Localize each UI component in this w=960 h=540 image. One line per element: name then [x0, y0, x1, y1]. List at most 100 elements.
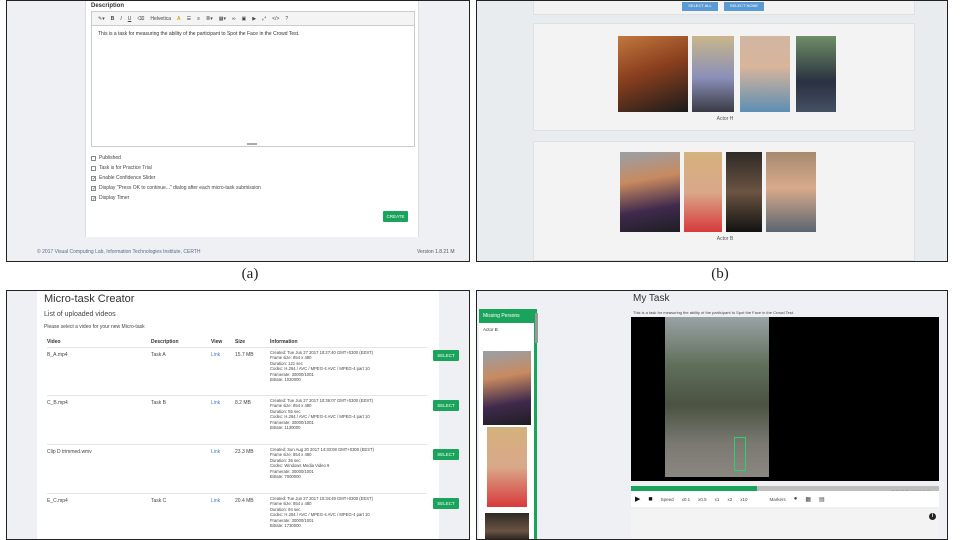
image-icon[interactable]: ▣	[242, 16, 247, 22]
brush-icon[interactable]: ✎▾	[98, 16, 105, 22]
marker-add-icon[interactable]: ●	[794, 496, 798, 502]
editor-content[interactable]: This is a task for measuring the ability…	[92, 26, 414, 42]
actor-photo[interactable]	[620, 152, 680, 232]
row-divider	[47, 347, 427, 348]
checkbox[interactable]	[91, 165, 96, 171]
description-editor[interactable]: ✎▾ B I U ⌫ Helvetica A ☰ ≡ ≣▾ ▦▾ ∞ ▣ ▶ ⤢…	[91, 11, 415, 147]
video-info: Created: Tue Jun 27 2017 10:36:07 GMT+03…	[270, 398, 430, 430]
info-icon[interactable]: i	[929, 513, 936, 520]
video-info: Created: Tue Jun 27 2017 10:34:49 GMT+03…	[270, 496, 430, 528]
actor-photo[interactable]	[483, 351, 531, 425]
link-icon[interactable]: ∞	[232, 16, 236, 22]
caption-a: (a)	[241, 266, 259, 282]
select-button[interactable]: SELECT	[433, 498, 459, 509]
video-link[interactable]: Link	[211, 400, 220, 406]
checkbox-checked[interactable]: ✓	[91, 175, 96, 181]
table-icon[interactable]: ▦▾	[219, 16, 226, 22]
create-button[interactable]: CREATE	[383, 211, 408, 222]
column-header-video: Video	[47, 339, 61, 345]
actor-photo[interactable]	[796, 36, 836, 112]
unordered-list-icon[interactable]: ☰	[187, 16, 191, 22]
checkbox[interactable]	[91, 155, 96, 161]
fullscreen-icon[interactable]: ⤢	[262, 16, 266, 22]
play-icon[interactable]: ▶	[635, 495, 640, 503]
footer: © 2017 Visual Computing Lab, Information…	[7, 245, 469, 261]
text-color-button[interactable]: A	[177, 16, 181, 22]
footer-copyright: © 2017 Visual Computing Lab, Information…	[37, 249, 201, 255]
checkbox-row[interactable]: ✓ Display "Press OK to continue..." dialo…	[91, 183, 261, 193]
video-icon[interactable]: ▶	[252, 16, 256, 22]
section-hint: Please select a video for your new Micro…	[44, 324, 145, 330]
actor-photo[interactable]	[485, 513, 529, 539]
italic-button[interactable]: I	[120, 16, 121, 22]
speed-option[interactable]: x0.5	[698, 497, 707, 502]
video-link[interactable]: Link	[211, 449, 220, 455]
description-label: Description	[91, 3, 125, 9]
missing-persons-tab[interactable]: Missing Persons	[479, 309, 537, 323]
stop-icon[interactable]: ■	[648, 496, 652, 503]
detection-box	[734, 437, 746, 471]
speed-option[interactable]: x2	[727, 497, 732, 502]
video-info: Created: Tue Jun 27 2017 10:27:40 GMT+03…	[270, 350, 430, 382]
panel-micro-task-creator: Micro-task Creator List of uploaded vide…	[6, 290, 470, 540]
video-size: 23.3 MB	[235, 449, 254, 455]
speed-option[interactable]: x1	[715, 497, 720, 502]
checkbox-checked[interactable]: ✓	[91, 185, 96, 191]
ordered-list-icon[interactable]: ≡	[197, 16, 200, 22]
checkbox-row[interactable]: Task is for Practice Trial	[91, 163, 261, 173]
video-name: C_B.mp4	[47, 400, 68, 406]
marker-list-icon[interactable]: ▦	[805, 496, 811, 503]
actor-photo[interactable]	[487, 427, 527, 507]
font-select[interactable]: Helvetica	[150, 16, 171, 22]
actor-photo[interactable]	[766, 152, 816, 232]
actor-card-b[interactable]: Actor B	[533, 141, 915, 261]
actor-photo[interactable]	[692, 36, 734, 112]
checkbox-label: Published	[99, 155, 121, 161]
select-button[interactable]: SELECT	[433, 350, 459, 361]
row-divider	[47, 395, 427, 396]
select-button[interactable]: SELECT	[433, 400, 459, 411]
caption-b: (b)	[711, 266, 729, 282]
actor-photo[interactable]	[618, 36, 688, 112]
checkbox-row[interactable]: ✓ Enable Confidence Slider	[91, 173, 261, 183]
actor-card-h[interactable]: Actor H	[533, 23, 915, 131]
info-line: Bitrate: 7000000	[270, 474, 301, 480]
code-view-button[interactable]: </>	[272, 16, 279, 22]
video-player[interactable]	[631, 317, 939, 481]
row-divider	[47, 493, 427, 494]
select-button[interactable]: SELECT	[433, 449, 459, 460]
checkbox-row[interactable]: Published	[91, 153, 261, 163]
video-frame	[665, 317, 769, 477]
resize-grip[interactable]	[247, 143, 257, 145]
help-button[interactable]: ?	[285, 16, 288, 22]
markers-label: Markers	[769, 496, 786, 502]
checkbox-label: Display "Press OK to continue..." dialog…	[99, 185, 261, 191]
select-all-button[interactable]: SELECT ALL	[682, 2, 718, 11]
info-line: Bitrate: 1730000	[270, 523, 301, 529]
select-none-button[interactable]: SELECT NONE	[724, 2, 764, 11]
speed-option[interactable]: x0.1	[682, 497, 691, 502]
marker-export-icon[interactable]: ▤	[819, 496, 825, 503]
video-info: Created: Sun Aug 20 2017 14:33:08 GMT+03…	[270, 447, 430, 479]
info-line: Bitrate: 1020000	[270, 377, 301, 383]
align-icon[interactable]: ≣▾	[206, 16, 213, 22]
eraser-icon[interactable]: ⌫	[137, 16, 144, 22]
select-controls-box: SELECT ALL SELECT NONE	[533, 1, 915, 15]
checkbox-checked[interactable]: ✓	[91, 195, 96, 201]
checkbox-row[interactable]: ✓ Display Timer	[91, 193, 261, 203]
sidebar-scrollbar[interactable]	[535, 313, 538, 343]
column-header-view: View	[211, 339, 223, 345]
video-link[interactable]: Link	[211, 352, 220, 358]
video-name: E_C.mp4	[47, 498, 68, 504]
bold-button[interactable]: B	[111, 16, 115, 22]
video-link[interactable]: Link	[211, 498, 220, 504]
speed-option[interactable]: x10	[740, 497, 747, 502]
video-description: Task B	[151, 400, 167, 406]
actor-photo[interactable]	[726, 152, 762, 232]
actor-photo[interactable]	[740, 36, 790, 112]
sidebar-actor-label: Actor B	[483, 327, 498, 332]
speed-label: Speed	[660, 496, 674, 502]
actor-photo[interactable]	[684, 152, 722, 232]
underline-button[interactable]: U	[128, 16, 132, 22]
column-header-size: Size	[235, 339, 246, 345]
